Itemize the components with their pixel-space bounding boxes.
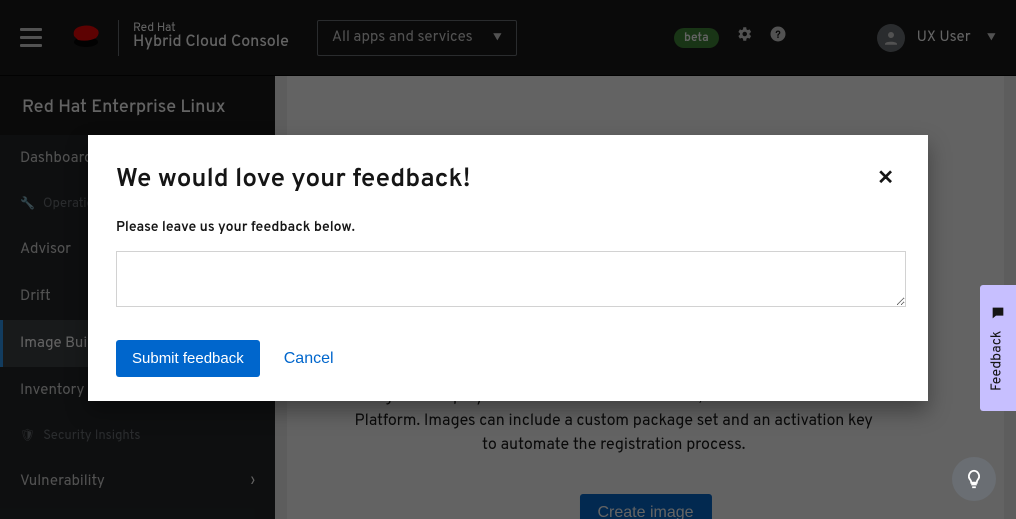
feedback-tab-label: Feedback	[990, 331, 1007, 391]
lightbulb-icon	[963, 468, 985, 490]
feedback-textarea[interactable]	[116, 251, 906, 307]
feedback-modal: We would love your feedback! ✕ Please le…	[88, 135, 928, 401]
help-fab-button[interactable]	[952, 457, 996, 501]
modal-close-button[interactable]: ✕	[871, 163, 900, 194]
cancel-button[interactable]: Cancel	[284, 350, 334, 368]
chat-bubble-icon	[990, 305, 1006, 321]
modal-title: We would love your feedback!	[116, 163, 470, 196]
feedback-side-tab[interactable]: Feedback	[980, 285, 1016, 411]
modal-subtitle: Please leave us your feedback below.	[116, 220, 900, 237]
submit-feedback-button[interactable]: Submit feedback	[116, 340, 260, 377]
